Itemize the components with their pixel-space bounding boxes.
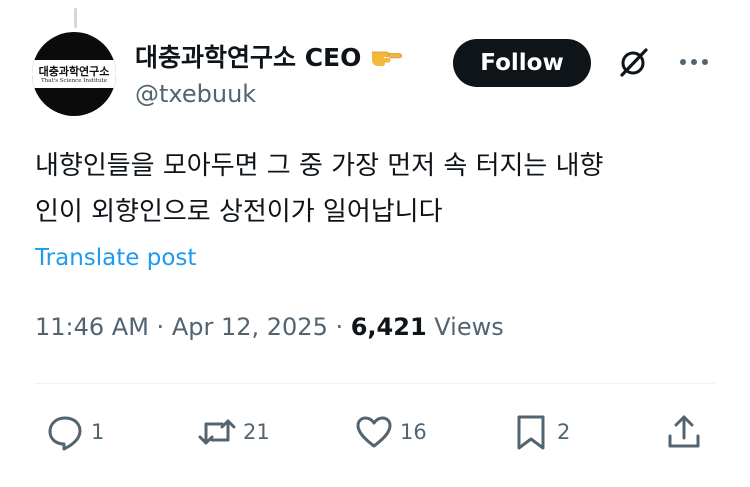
bookmark-count: 2 [557, 420, 571, 444]
tweet-text-line: 내향인들을 모아두면 그 중 가장 먼저 속 터지는 내향 [35, 151, 604, 181]
share-button[interactable] [664, 410, 704, 454]
views-label: Views [426, 313, 504, 341]
tweet-meta: 11:46 AM · Apr 12, 2025 · 6,421 Views [35, 313, 504, 341]
repost-icon [198, 419, 236, 445]
repost-count: 21 [243, 420, 270, 444]
reply-icon [48, 416, 82, 451]
tweet-text: 내향인들을 모아두면 그 중 가장 먼저 속 터지는 내향 인이 외향인으로 상… [35, 143, 725, 235]
avatar-logo-title: 대충과학연구소 [38, 65, 110, 78]
author-display-name[interactable]: 대충과학연구소 CEO [135, 38, 403, 74]
more-icon[interactable] [678, 52, 710, 72]
follow-button[interactable]: Follow [453, 39, 591, 87]
share-icon [668, 415, 700, 448]
views-count: 6,421 [350, 313, 427, 341]
bookmark-icon [517, 415, 545, 450]
avatar[interactable]: 대충과학연구소 That's Science Institute [32, 32, 116, 116]
divider [35, 383, 715, 384]
avatar-logo-subtitle: That's Science Institute [41, 78, 107, 84]
tweet-text-line: 인이 외향인으로 상전이가 일어납니다 [35, 197, 443, 227]
author-display-name-text[interactable]: 대충과학연구소 CEO [135, 38, 361, 74]
author-handle[interactable]: @txebuuk [135, 80, 256, 108]
meta-separator: · [327, 313, 351, 341]
hand-pointing-icon [372, 51, 403, 66]
like-button[interactable]: 16 [354, 410, 427, 454]
repost-button[interactable]: 21 [197, 410, 270, 454]
tweet-date[interactable]: Apr 12, 2025 [172, 313, 328, 341]
tweet-time[interactable]: 11:46 AM [35, 313, 149, 341]
translate-post-link[interactable]: Translate post [35, 245, 196, 271]
like-icon [356, 416, 392, 448]
bookmark-button[interactable]: 2 [511, 410, 570, 454]
reply-count: 1 [91, 420, 105, 444]
grok-icon[interactable] [616, 44, 652, 80]
thread-connector-line [74, 8, 77, 28]
like-count: 16 [400, 420, 427, 444]
reply-button[interactable]: 1 [45, 410, 104, 454]
meta-separator: · [148, 313, 172, 341]
